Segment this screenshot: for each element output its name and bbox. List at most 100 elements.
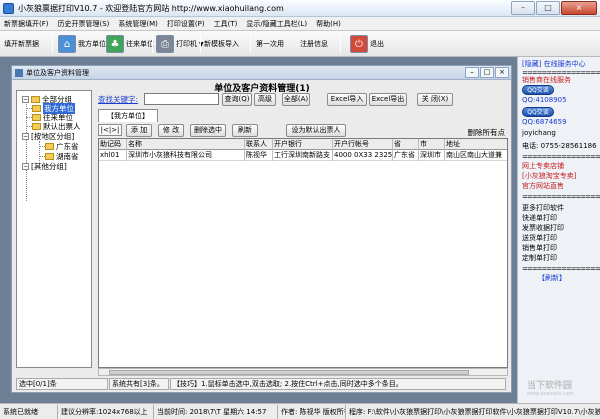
qq-chat-button[interactable]: QQ交谈 (522, 107, 554, 117)
delete-all-link[interactable]: 删除所有点 (468, 127, 506, 138)
menu-help[interactable]: 帮助(H) (316, 19, 341, 29)
table-cell: 深圳市 (419, 150, 445, 161)
search-label[interactable]: 查找关键字: (98, 94, 138, 105)
child-maximize-button[interactable]: □ (480, 67, 494, 78)
collapse-box[interactable]: − (22, 132, 29, 140)
tips-text: 【技巧】1.鼠标单击选中,双击选取; 2.按住Ctrl+点击,同时选中多个条目。 (170, 378, 506, 390)
status-bar: 系统已就绪 建议分辨率:1024x768以上 当前时间: 2018\7\T 星期… (0, 403, 600, 419)
menu-new-ticket[interactable]: 新票据填开(F) (4, 19, 49, 29)
service-panel: [隐藏] 在线服务中心 ================= 销售商在线服务 QQ… (517, 57, 600, 403)
store-link[interactable]: [小灰狼淘宝专卖] (522, 171, 576, 181)
my-unit-button[interactable]: ⌂ 我方单位 (58, 33, 106, 55)
menu-history[interactable]: 历史开票管理(S) (58, 19, 110, 29)
qq-number-1[interactable]: QQ:4108905 (522, 96, 567, 104)
edit-button[interactable]: 修 改 (158, 124, 184, 137)
child-minimize-button[interactable]: – (465, 67, 479, 78)
menu-system[interactable]: 系统管理(M) (118, 19, 158, 29)
table-cell: 深圳市小灰狼科技有限公司 (127, 150, 245, 161)
more-software-title: 更多打印软件 (522, 204, 564, 212)
store-title: 网上专卖店铺 (522, 162, 564, 170)
qq-chat-button[interactable]: QQ交谈 (522, 85, 554, 95)
excel-export-button[interactable]: Excel导出 (369, 93, 407, 106)
new-ticket-button[interactable]: 填开新票据 (4, 33, 39, 55)
tree-node-hunan[interactable]: 湖南省 (45, 151, 79, 161)
new-template-label: 新模板导入 (204, 40, 239, 48)
search-input[interactable] (144, 93, 219, 105)
table-cell: 4000 0X33 2325 (334, 150, 393, 161)
column-header[interactable]: 地址 (445, 139, 507, 150)
status-author: 作者: 陈视华 版权所有 (278, 404, 346, 419)
folder-icon (32, 104, 41, 112)
table-cell: 陈视华 (245, 150, 273, 161)
column-header[interactable]: 联系人 (245, 139, 273, 150)
horizontal-scrollbar[interactable] (98, 368, 508, 376)
exit-icon: ⏻ (350, 35, 368, 53)
status-ready: 系统已就绪 (0, 404, 58, 419)
tree-node-by-region[interactable]: − [按地区分组] (22, 131, 74, 141)
phone-text: 电话: 0755-28561186 (522, 142, 597, 150)
sales-title: 销售商在线服务 (522, 76, 571, 84)
window-title: 小灰狼票据打印V10.7 - 欢迎登陆官方网站 http://www.xiaoh… (18, 3, 284, 13)
status-resolution: 建议分辨率:1024x768以上 (58, 404, 154, 419)
status-time: 当前时间: 2018\7\T 星期六 14:57 (154, 404, 278, 419)
printer-icon: ⎙ (156, 35, 174, 53)
tree-node-default-payee[interactable]: 默认出票人 (32, 121, 81, 131)
nav-arrows[interactable]: |<|>| (98, 124, 122, 136)
refresh-link[interactable]: 【刷新】 (538, 273, 566, 283)
column-header[interactable]: 助记码 (99, 139, 127, 150)
table-cell: 广东省 (393, 150, 419, 161)
set-default-payee-button[interactable]: 设为默认出票人 (286, 124, 346, 137)
add-button[interactable]: 添 加 (126, 124, 152, 137)
home-icon: ⌂ (58, 35, 76, 53)
child-close-button[interactable]: × (495, 67, 509, 78)
query-button[interactable]: 查询(Q) (222, 93, 252, 106)
table-row[interactable]: xhl01 深圳市小灰狼科技有限公司 陈视华 工行深圳南新路支 4000 0X3… (99, 150, 507, 161)
watermark-line2: www.downxia.com (527, 391, 574, 397)
menu-print-settings[interactable]: 打印设置(P) (167, 19, 205, 29)
refresh-button[interactable]: 刷新 (232, 124, 258, 137)
software-link-invoice[interactable]: 发票收据打印 (522, 223, 564, 233)
title-bar: 小灰狼票据打印V10.7 - 欢迎登陆官方网站 http://www.xiaoh… (0, 0, 600, 17)
collapse-box[interactable]: − (22, 162, 29, 170)
official-site-link[interactable]: 官方网站直售 (522, 181, 564, 191)
advanced-button[interactable]: 高级 (254, 93, 276, 106)
column-header[interactable]: 省 (393, 139, 419, 150)
group-icon: ♣ (106, 35, 124, 53)
unit-manager-window: 单位及客户资料管理 – □ × 单位及客户资料管理(1) − 全部分组 我方单位… (11, 65, 512, 393)
all-button[interactable]: 全部(A) (282, 93, 310, 106)
maximize-button[interactable]: □ (536, 1, 560, 15)
minimize-button[interactable]: – (511, 1, 535, 15)
column-header[interactable]: 市 (419, 139, 445, 150)
column-header[interactable]: 名称 (127, 139, 245, 150)
column-header[interactable]: 开户银行 (273, 139, 333, 150)
toolbar: 填开新票据 ⌂ 我方单位 ♣ 往来单位 ▼ ⎙ 打印机 ▼ 新模板导入 第一次用… (0, 31, 600, 57)
delete-selected-button[interactable]: 删除选中 (190, 124, 226, 137)
scrollbar-thumb[interactable] (109, 370, 469, 375)
tab-my-unit[interactable]: 【我方单位】 (98, 109, 158, 122)
new-template-button[interactable]: 新模板导入 (204, 33, 239, 55)
column-header[interactable]: 开户行帐号 (333, 139, 393, 150)
excel-import-button[interactable]: Excel导入 (327, 93, 367, 106)
service-header[interactable]: [隐藏] 在线服务中心 (522, 59, 586, 69)
qq-number-2[interactable]: QQ:6874659 (522, 118, 567, 126)
watermark-line1: 当下软件园 (527, 381, 573, 391)
collapse-box[interactable]: − (22, 95, 29, 103)
table-cell: xhl01 (99, 150, 127, 161)
other-unit-label: 往来单位 (126, 40, 154, 48)
software-link-sales[interactable]: 销售单打印 (522, 243, 557, 253)
tree-node-other[interactable]: − [其他分组] (22, 161, 67, 171)
exit-button[interactable]: ⏻ 退出 (350, 33, 384, 55)
close-panel-button[interactable]: 关 闭(X) (417, 93, 453, 106)
software-link-express[interactable]: 快递单打印 (522, 213, 557, 223)
close-button[interactable]: × (561, 1, 597, 15)
menu-toolbar-toggle[interactable]: 显示/隐藏工具栏(L) (246, 19, 307, 29)
first-use-button[interactable]: 第一次用 (256, 33, 284, 55)
folder-icon (32, 122, 41, 130)
software-link-custom[interactable]: 定制单打印 (522, 253, 557, 263)
printer-button[interactable]: ⎙ 打印机 ▼ (156, 33, 204, 55)
register-button[interactable]: 注册信息 (300, 33, 328, 55)
unit-table: 助记码 名称 联系人 开户银行 开户行帐号 省 市 地址 xhl01 深圳市小灰… (98, 138, 508, 368)
tree-node-guangdong[interactable]: 广东省 (45, 141, 79, 151)
menu-tools[interactable]: 工具(T) (214, 19, 238, 29)
software-link-delivery[interactable]: 送货单打印 (522, 233, 557, 243)
